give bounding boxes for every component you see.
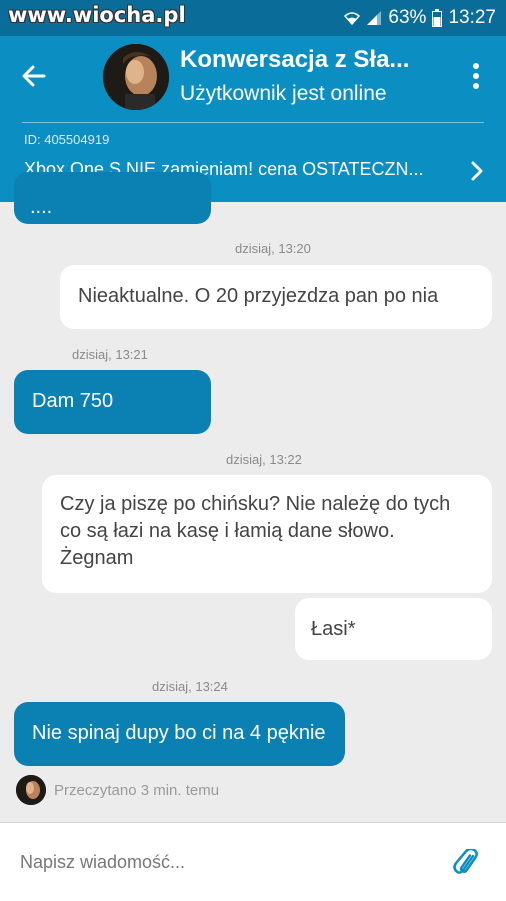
read-receipt: Przeczytano 3 min. temu: [16, 775, 219, 805]
avatar[interactable]: [101, 42, 171, 112]
watermark: www.wiocha.pl: [8, 3, 186, 27]
status-bar: www.wiocha.pl 63% 13:27: [0, 0, 506, 36]
message-text: Dam 750: [32, 390, 114, 412]
timestamp: dzisiaj, 13:24: [152, 679, 228, 694]
more-vert-icon[interactable]: [468, 60, 484, 92]
online-status: Użytkownik jest online: [180, 82, 387, 105]
read-receipt-text: Przeczytano 3 min. temu: [54, 781, 220, 799]
message-text: Czy ja piszę po chińsku? Nie należę do t…: [60, 493, 451, 569]
message-text: ....: [30, 196, 53, 218]
header-divider: [22, 122, 484, 123]
listing-id: ID: 405504919: [24, 132, 110, 147]
message-text: Nieaktualne. O 20 przyjezdza pan po nia: [78, 285, 439, 307]
battery-icon: [432, 9, 443, 27]
clock: 13:27: [448, 7, 496, 28]
back-arrow-icon[interactable]: [18, 60, 50, 92]
conversation-title: Konwersacja z Sła...: [180, 46, 410, 73]
message-input[interactable]: [18, 845, 422, 879]
message-text: Łasi*: [311, 618, 356, 640]
message-incoming: Nie spinaj dupy bo ci na 4 pęknie: [14, 702, 345, 766]
message-list[interactable]: .... dzisiaj, 13:20 Nieaktualne. O 20 pr…: [0, 172, 506, 822]
timestamp: dzisiaj, 13:21: [72, 347, 148, 362]
paperclip-icon[interactable]: [452, 849, 484, 875]
message-incoming: ....: [14, 172, 211, 224]
timestamp: dzisiaj, 13:20: [235, 241, 311, 256]
message-text: Nie spinaj dupy bo ci na 4 pęknie: [32, 722, 326, 744]
message-incoming: Dam 750: [14, 370, 211, 434]
wifi-icon: [344, 12, 361, 26]
battery-percent: 63%: [388, 7, 427, 28]
message-outgoing: Czy ja piszę po chińsku? Nie należę do t…: [42, 475, 492, 593]
avatar: [16, 775, 46, 805]
timestamp: dzisiaj, 13:22: [226, 452, 302, 467]
chevron-right-icon[interactable]: [470, 160, 484, 182]
status-icons: 63% 13:27: [344, 7, 496, 29]
message-outgoing: Łasi*: [295, 598, 492, 660]
composer: [0, 822, 506, 901]
signal-icon: [367, 11, 382, 25]
message-outgoing: Nieaktualne. O 20 przyjezdza pan po nia: [60, 265, 492, 329]
